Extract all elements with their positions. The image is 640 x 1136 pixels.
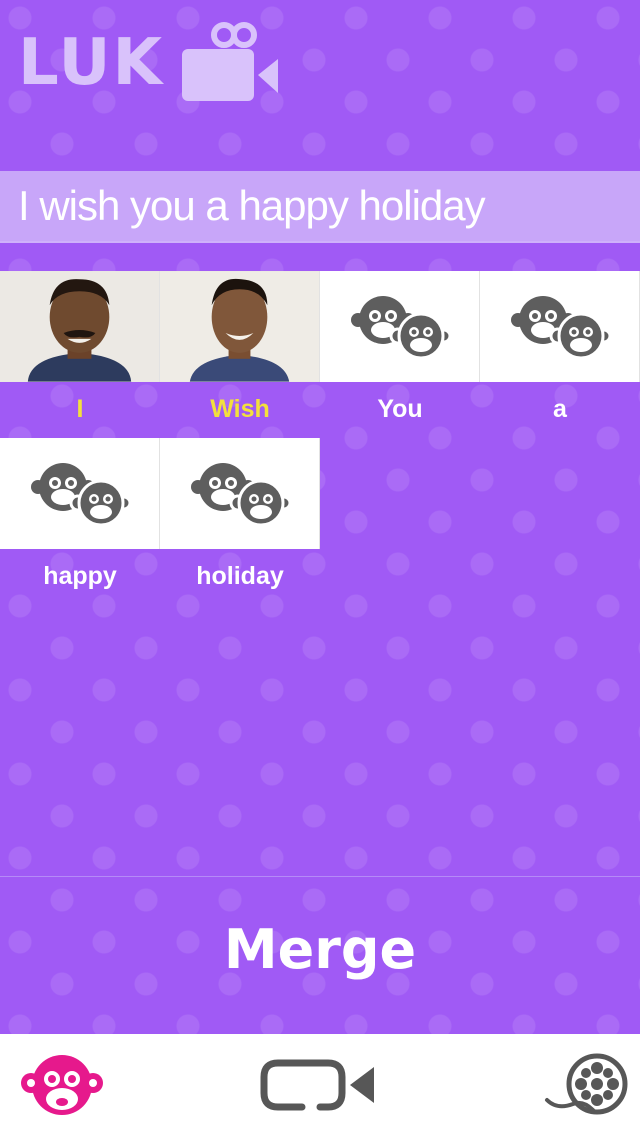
film-reel-icon xyxy=(545,1053,628,1115)
word-tile-5[interactable] xyxy=(160,438,320,549)
tab-camera[interactable] xyxy=(252,1034,388,1136)
tab-monkey[interactable] xyxy=(10,1034,114,1136)
word-tile-3[interactable] xyxy=(480,271,640,382)
person-photo xyxy=(0,271,159,382)
sentence-bar[interactable]: I wish you a happy holiday xyxy=(0,171,640,241)
monkey-placeholder-icon xyxy=(190,462,290,526)
logo-text: LUK xyxy=(18,26,165,100)
word-label-3[interactable]: a xyxy=(480,395,640,424)
word-tile-1[interactable] xyxy=(160,271,320,382)
app-logo: LUK xyxy=(18,20,282,106)
monkey-placeholder-icon xyxy=(510,295,610,359)
merge-divider xyxy=(0,876,640,877)
word-label-0[interactable]: I xyxy=(0,395,160,424)
video-camera-icon xyxy=(260,1059,374,1111)
sentence-divider xyxy=(0,241,640,243)
word-label-1[interactable]: Wish xyxy=(160,395,320,424)
word-label-2[interactable]: You xyxy=(320,395,480,424)
word-tile-2[interactable] xyxy=(320,271,480,382)
word-tile-4[interactable] xyxy=(0,438,160,549)
merge-button[interactable]: Merge xyxy=(0,918,640,981)
word-label-4[interactable]: happy xyxy=(0,562,160,591)
tab-gallery[interactable] xyxy=(538,1034,634,1136)
sentence-text: I wish you a happy holiday xyxy=(18,182,486,229)
word-label-5[interactable]: holiday xyxy=(160,562,320,591)
person-photo xyxy=(160,271,319,382)
monkey-face-icon xyxy=(21,1055,103,1115)
word-tile-0[interactable] xyxy=(0,271,160,382)
monkey-placeholder-icon xyxy=(350,295,450,359)
tab-bar xyxy=(0,1034,640,1136)
video-camera-icon xyxy=(182,22,279,101)
monkey-placeholder-icon xyxy=(30,462,130,526)
